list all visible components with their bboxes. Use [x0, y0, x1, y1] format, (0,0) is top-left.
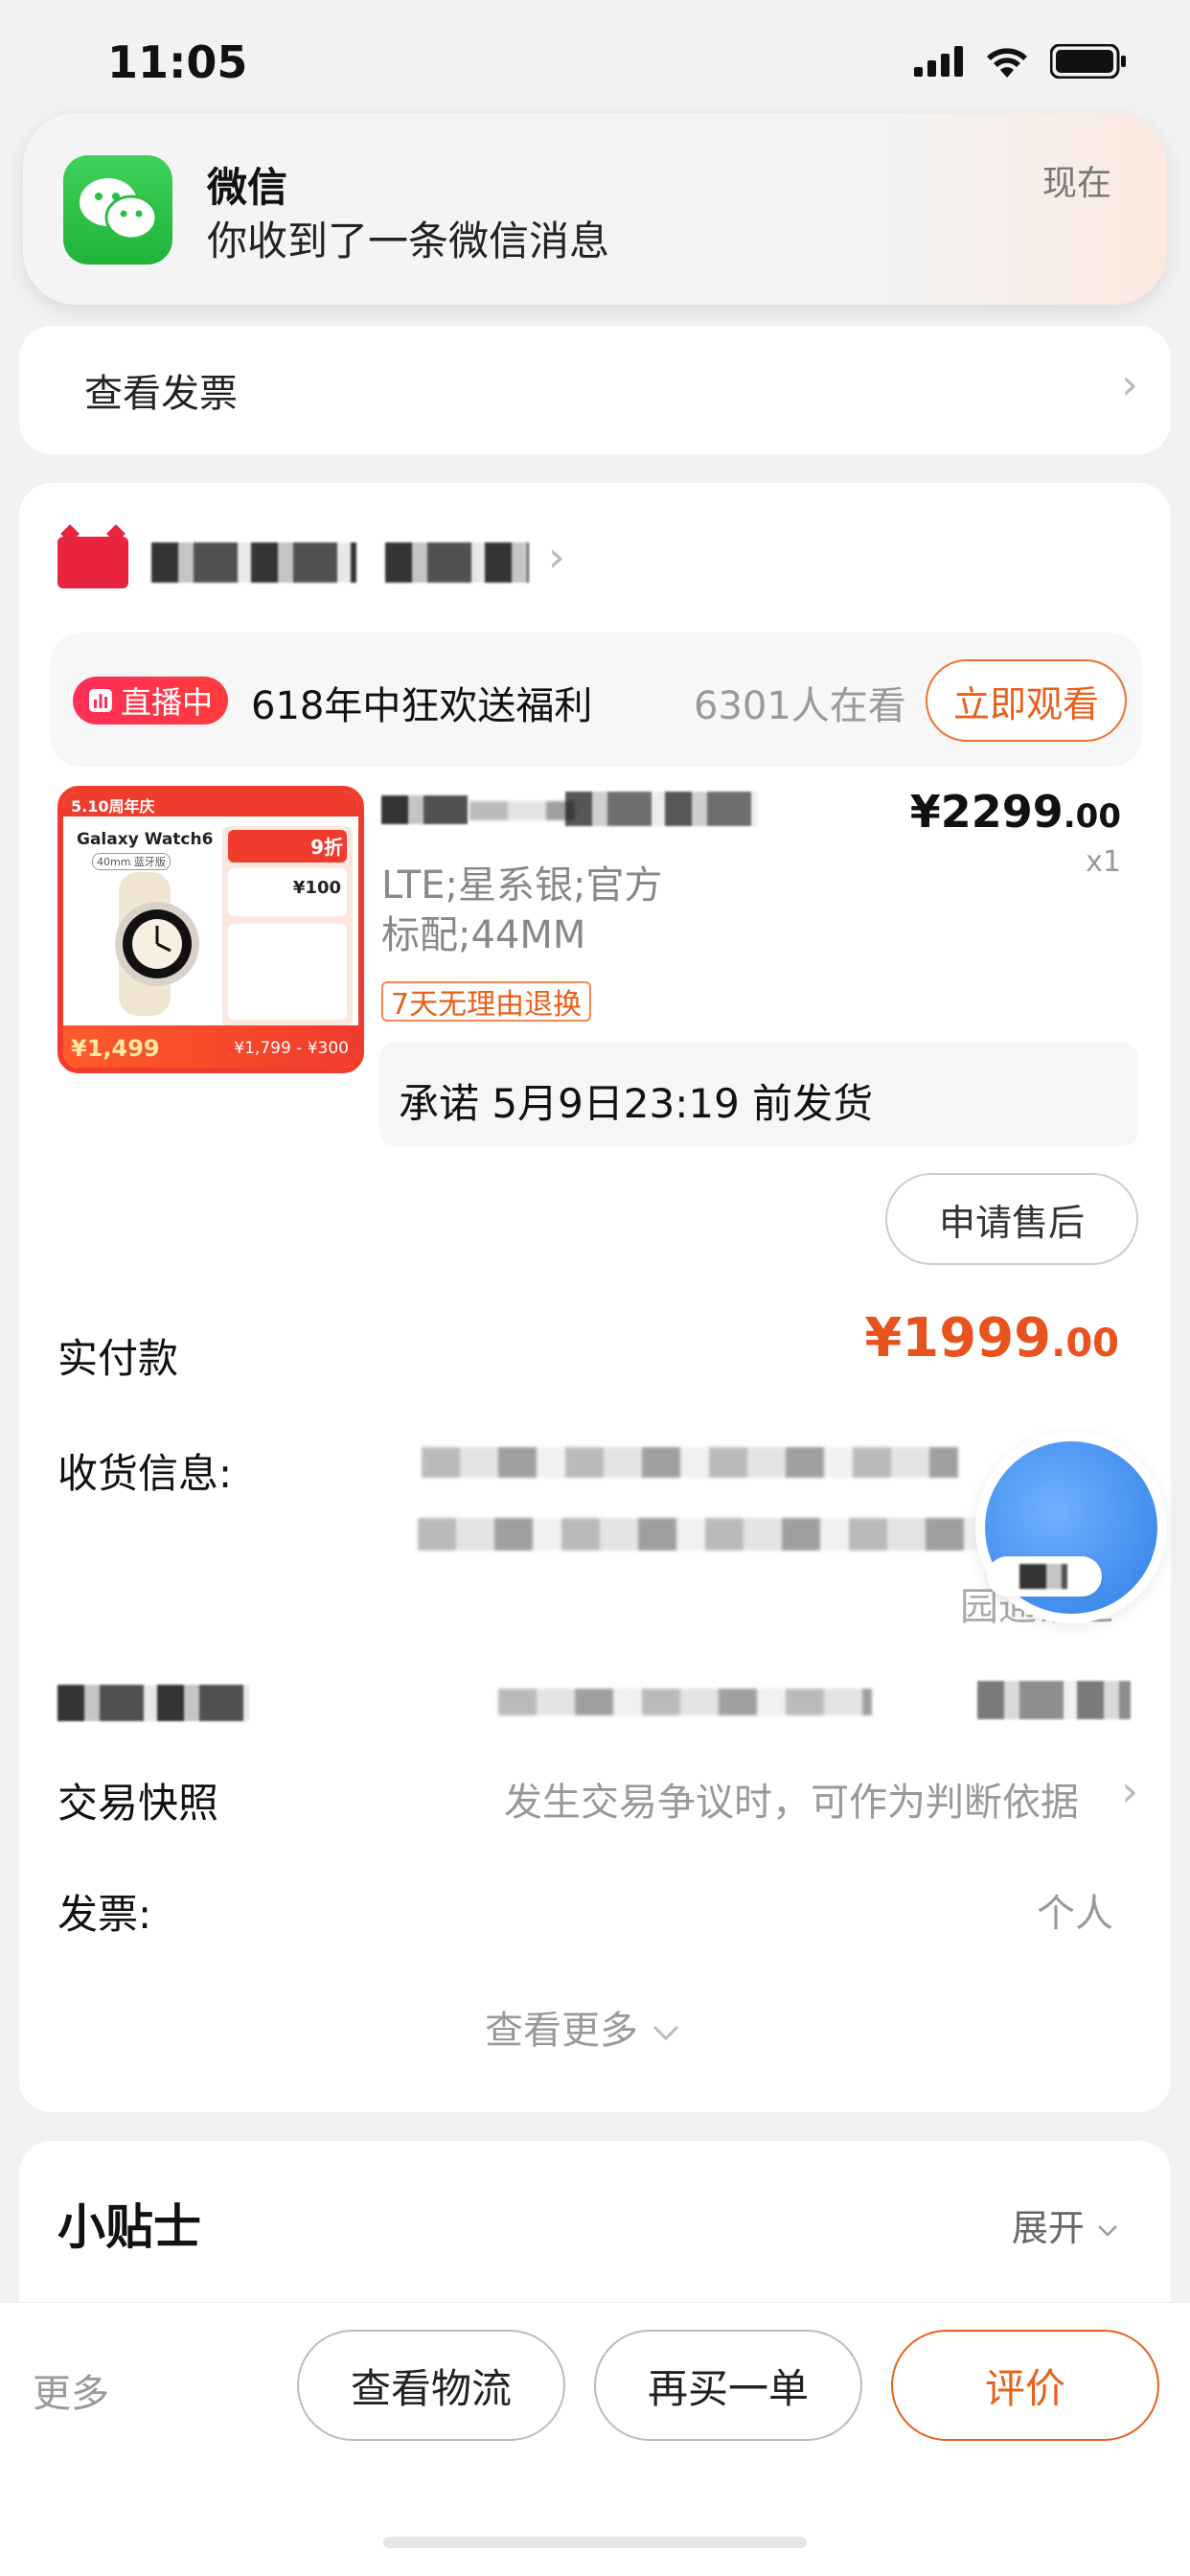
product-image[interactable]: 5.10周年庆 Galaxy Watch6 40mm 蓝牙版 9折 ¥100 ¥… — [57, 786, 364, 1073]
more-button[interactable]: 更多 — [33, 2362, 109, 2418]
live-title: 618年中狂欢送福利 — [251, 684, 593, 728]
live-badge-text: 直播中 — [121, 684, 214, 721]
notification-app-name: 微信 — [207, 164, 288, 211]
bottom-action-bar: 更多 查看物流 再买一单 评价 — [0, 2302, 1190, 2576]
live-badge: 直播中 — [73, 677, 229, 724]
ship-promise-text: 承诺 5月9日23:19 前发货 — [399, 1080, 874, 1127]
product-title-redacted — [381, 795, 468, 824]
paid-amount: ¥1999.00 — [864, 1307, 1119, 1369]
paid-amount-main: ¥1999 — [864, 1307, 1052, 1369]
product-image-price: ¥1,499 — [71, 1035, 160, 1062]
tips-title: 小贴士 — [57, 2199, 201, 2255]
wechat-app-icon — [63, 155, 172, 264]
chevron-right-icon: › — [1121, 360, 1138, 409]
wifi-icon — [987, 48, 1027, 78]
watch-illustration — [115, 872, 199, 1016]
shop-name-redacted — [151, 542, 356, 583]
order-number-redacted — [498, 1689, 872, 1715]
product-image-orig-price: ¥1,799 - ¥300 — [234, 1039, 349, 1058]
product-image-size: 40mm 蓝牙版 — [92, 853, 171, 870]
notification-message: 你收到了一条微信消息 — [207, 218, 610, 264]
product-price: ¥2299.00 — [910, 786, 1121, 838]
view-invoice-row[interactable]: 查看发票 › — [19, 326, 1171, 454]
product-image-promo: ¥100 — [292, 878, 341, 898]
watch-now-button[interactable]: 立即观看 — [926, 659, 1127, 742]
invoice-label: 发票: — [57, 1891, 152, 1938]
snapshot-label: 交易快照 — [57, 1780, 219, 1827]
status-icons — [914, 44, 1127, 79]
see-more-label: 查看更多 — [485, 2009, 638, 2053]
copy-button-redacted[interactable] — [977, 1681, 1131, 1719]
shop-chevron-icon[interactable]: › — [548, 533, 565, 582]
see-more-button[interactable]: 查看更多 — [485, 1999, 681, 2055]
shop-logo — [57, 537, 128, 588]
live-viewers: 6301人在看 — [694, 684, 906, 728]
view-invoice-label: 查看发票 — [84, 372, 238, 416]
view-logistics-button[interactable]: 查看物流 — [297, 2330, 565, 2441]
product-image-model: Galaxy Watch6 — [77, 830, 214, 849]
product-sku: LTE;星系银;官方 标配;44MM — [381, 861, 745, 960]
tips-expand-button[interactable]: 展开 — [1012, 2198, 1119, 2251]
paid-label: 实付款 — [57, 1335, 179, 1382]
return-policy-tag: 7天无理由退换 — [381, 981, 592, 1022]
product-price-main: ¥2299 — [909, 786, 1064, 838]
shipping-label: 收货信息: — [57, 1450, 233, 1497]
live-stream-bar[interactable]: 直播中 618年中狂欢送福利 6301人在看 立即观看 — [50, 632, 1142, 767]
chevron-down-icon — [1098, 2224, 1117, 2237]
invoice-value: 个人 — [1037, 1892, 1113, 1936]
product-title-redacted-3 — [565, 792, 757, 826]
order-number-label-redacted — [57, 1685, 249, 1721]
product-title-redacted-2 — [469, 801, 575, 820]
product-price-decimal: .00 — [1063, 797, 1121, 836]
home-indicator[interactable] — [383, 2537, 807, 2548]
floating-avatar-tag — [987, 1556, 1102, 1597]
notification-time: 现在 — [1041, 164, 1111, 203]
product-quantity: x1 — [1086, 845, 1121, 879]
rebuy-button[interactable]: 再买一单 — [594, 2330, 862, 2441]
snapshot-chevron-icon[interactable]: › — [1121, 1767, 1138, 1816]
product-image-badge: 5.10周年庆 — [71, 797, 155, 816]
order-card: › 直播中 618年中狂欢送福利 6301人在看 立即观看 5.10周年庆 Ga… — [19, 483, 1171, 2112]
chevron-down-icon — [652, 2025, 678, 2041]
cellular-signal-icon — [914, 46, 963, 77]
product-image-discount: 9折 — [310, 836, 343, 859]
snapshot-hint[interactable]: 发生交易争议时，可作为判断依据 — [504, 1771, 1079, 1827]
floating-avatar-tag-redacted — [1019, 1564, 1067, 1589]
status-time: 11:05 — [107, 36, 248, 88]
ship-promise-box: 承诺 5月9日23:19 前发货 — [379, 1043, 1138, 1146]
address-redacted-2 — [418, 1518, 983, 1551]
battery-icon — [1050, 44, 1126, 79]
address-redacted-1 — [422, 1447, 958, 1478]
paid-amount-decimal: .00 — [1051, 1322, 1119, 1366]
shop-name-redacted-2 — [385, 542, 529, 583]
tips-expand-label: 展开 — [1011, 2207, 1085, 2249]
aftersale-button[interactable]: 申请售后 — [885, 1173, 1138, 1265]
product-sku-line2: 标配;44MM — [381, 913, 586, 957]
rate-button[interactable]: 评价 — [891, 2330, 1159, 2441]
notification-banner[interactable]: 微信 你收到了一条微信消息 现在 — [23, 113, 1167, 305]
product-sku-line1: LTE;星系银;官方 — [381, 863, 663, 908]
live-bars-icon — [89, 689, 112, 712]
